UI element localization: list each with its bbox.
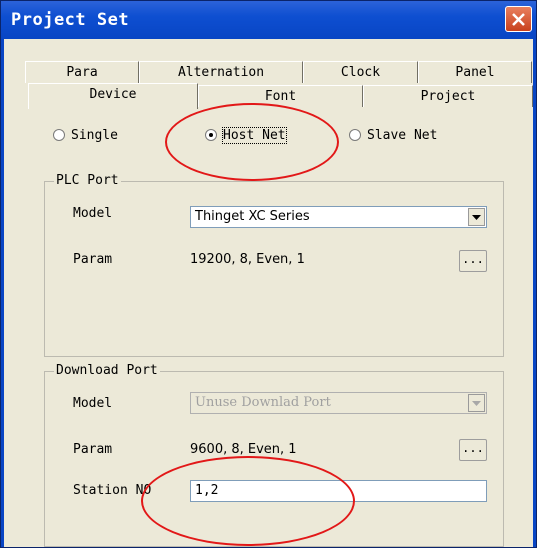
tab-alternation[interactable]: Alternation (139, 61, 303, 83)
highlight-ellipse-station-no (141, 456, 355, 546)
tab-para[interactable]: Para (25, 61, 139, 83)
plc-model-select[interactable]: Thinget XC Series (190, 206, 487, 228)
project-set-dialog: Project Set Para Alternation Clock Panel… (0, 0, 537, 548)
download-model-select: Unuse Downlad Port (190, 392, 487, 414)
radio-slave-net-dot (349, 129, 361, 141)
station-no-label: Station NO (73, 483, 152, 498)
tab-clock[interactable]: Clock (303, 61, 418, 83)
chevron-down-icon (468, 394, 485, 412)
highlight-ellipse-host-net (165, 103, 339, 181)
dialog-title: Project Set (11, 10, 130, 30)
download-param-button[interactable]: ... (459, 439, 487, 461)
plc-param-value: 19200, 8, Even, 1 (190, 252, 305, 267)
close-button[interactable] (505, 6, 532, 32)
close-icon (512, 13, 525, 26)
radio-single-dot (53, 129, 65, 141)
plc-model-label: Model (73, 206, 113, 221)
tab-panel[interactable]: Panel (418, 61, 532, 83)
tab-font[interactable]: Font (198, 85, 363, 107)
plc-param-button[interactable]: ... (459, 250, 487, 272)
plc-port-group: PLC Port Model Thinget XC Series Param 1… (44, 173, 504, 357)
radio-slave-net[interactable]: Slave Net (349, 126, 437, 144)
chevron-down-icon (468, 208, 485, 226)
radio-single[interactable]: Single (53, 126, 118, 144)
plc-port-title: PLC Port (54, 173, 121, 188)
tab-device[interactable]: Device (28, 83, 198, 109)
title-bar: Project Set (1, 1, 536, 39)
download-param-label: Param (73, 442, 113, 457)
download-port-title: Download Port (54, 363, 160, 378)
plc-param-label: Param (73, 252, 113, 267)
tab-project[interactable]: Project (363, 85, 533, 107)
download-model-label: Model (73, 396, 113, 411)
download-param-value: 9600, 8, Even, 1 (190, 442, 297, 457)
